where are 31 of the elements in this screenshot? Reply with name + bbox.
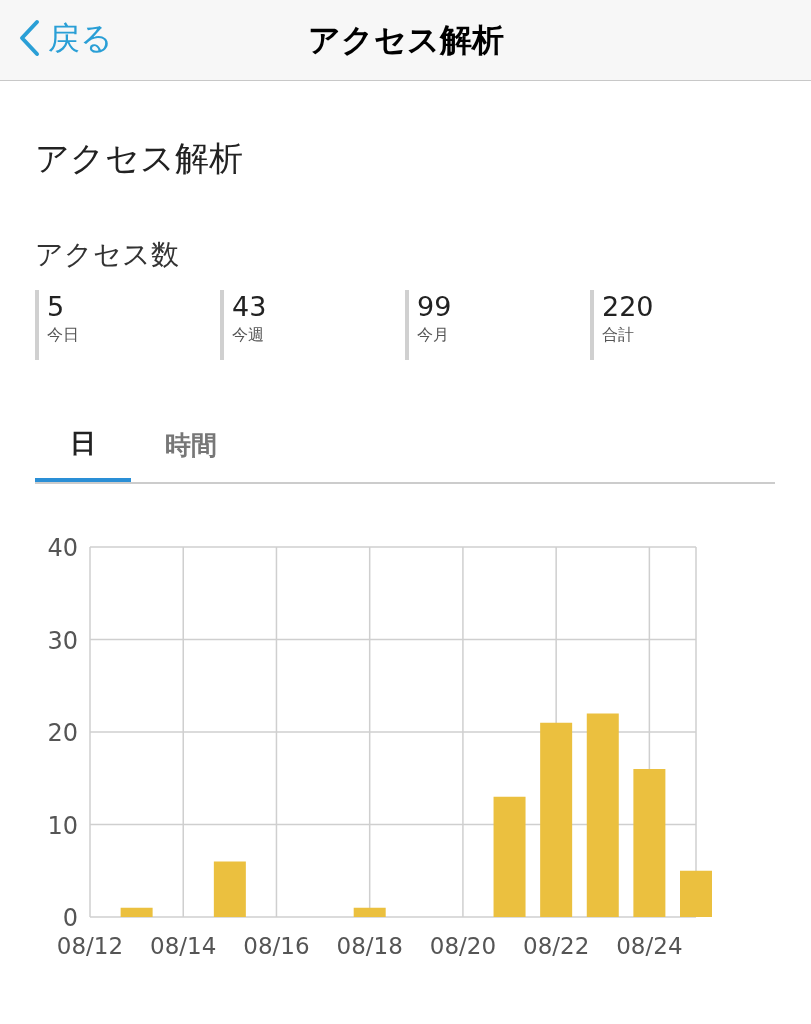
chevron-left-icon: [18, 19, 40, 57]
bar: [680, 870, 712, 917]
x-axis-label: 08/24: [616, 933, 683, 959]
y-axis-label: 40: [47, 534, 78, 562]
y-axis-label: 10: [47, 811, 78, 840]
y-axis-label: 20: [47, 719, 78, 747]
x-axis-label: 08/20: [429, 933, 497, 959]
tab[interactable]: 時間: [131, 422, 251, 482]
section-title: アクセス数: [35, 237, 180, 273]
stat-value: 99: [417, 290, 453, 324]
bar: [213, 861, 246, 917]
stat-value: 43: [232, 290, 268, 324]
x-axis-label: 08/18: [336, 933, 403, 959]
x-axis-label: 08/14: [150, 933, 217, 959]
stat-label: 今日: [47, 324, 80, 346]
stat-label: 今週: [232, 324, 265, 346]
x-axis-label: 08/16: [243, 933, 310, 959]
x-axis-label: 08/12: [56, 933, 124, 959]
stat-value: 5: [47, 290, 66, 324]
stat-value: 220: [602, 290, 655, 324]
nav-title: アクセス解析: [307, 20, 504, 61]
page-heading: アクセス解析: [35, 137, 244, 180]
bar: [120, 907, 153, 917]
stat-label: 合計: [602, 324, 635, 346]
stat-label: 今月: [417, 324, 450, 346]
y-axis-label: 30: [47, 626, 78, 655]
back-button[interactable]: 戻る: [18, 14, 113, 62]
y-axis-label: 0: [62, 904, 78, 932]
bar: [353, 907, 386, 917]
x-axis-label: 08/22: [523, 933, 590, 959]
tab[interactable]: 日: [35, 422, 131, 482]
